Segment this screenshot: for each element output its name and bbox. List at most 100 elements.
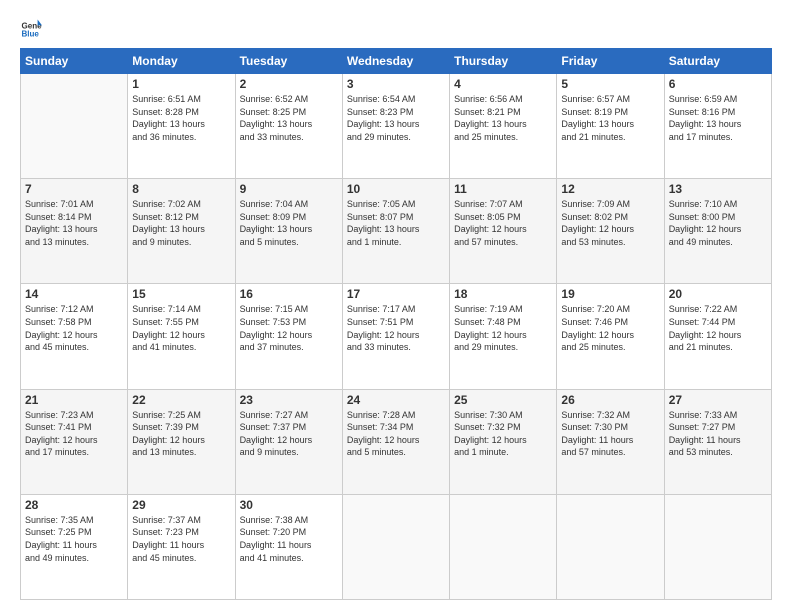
calendar-cell: 26Sunrise: 7:32 AMSunset: 7:30 PMDayligh… bbox=[557, 389, 664, 494]
calendar-cell: 3Sunrise: 6:54 AMSunset: 8:23 PMDaylight… bbox=[342, 74, 449, 179]
weekday-header-friday: Friday bbox=[557, 49, 664, 74]
calendar-cell bbox=[557, 494, 664, 599]
calendar-cell: 17Sunrise: 7:17 AMSunset: 7:51 PMDayligh… bbox=[342, 284, 449, 389]
calendar-cell bbox=[664, 494, 771, 599]
day-info: Sunrise: 7:02 AMSunset: 8:12 PMDaylight:… bbox=[132, 198, 230, 248]
day-info: Sunrise: 6:56 AMSunset: 8:21 PMDaylight:… bbox=[454, 93, 552, 143]
weekday-header-thursday: Thursday bbox=[450, 49, 557, 74]
day-info: Sunrise: 7:22 AMSunset: 7:44 PMDaylight:… bbox=[669, 303, 767, 353]
logo-icon: General Blue bbox=[20, 18, 42, 40]
day-info: Sunrise: 7:38 AMSunset: 7:20 PMDaylight:… bbox=[240, 514, 338, 564]
day-info: Sunrise: 6:57 AMSunset: 8:19 PMDaylight:… bbox=[561, 93, 659, 143]
calendar-cell: 6 Sunrise: 6:59 AMSunset: 8:16 PMDaylight… bbox=[664, 74, 771, 179]
day-info: Sunrise: 7:17 AMSunset: 7:51 PMDaylight:… bbox=[347, 303, 445, 353]
day-info: Sunrise: 7:27 AMSunset: 7:37 PMDaylight:… bbox=[240, 409, 338, 459]
calendar-cell: 13Sunrise: 7:10 AMSunset: 8:00 PMDayligh… bbox=[664, 179, 771, 284]
day-number: 27 bbox=[669, 393, 767, 407]
day-number: 12 bbox=[561, 182, 659, 196]
calendar-cell: 9Sunrise: 7:04 AMSunset: 8:09 PMDaylight… bbox=[235, 179, 342, 284]
calendar-cell: 18Sunrise: 7:19 AMSunset: 7:48 PMDayligh… bbox=[450, 284, 557, 389]
day-number: 13 bbox=[669, 182, 767, 196]
svg-text:Blue: Blue bbox=[21, 29, 39, 38]
calendar-cell: 27 Sunrise: 7:33 AMSunset: 7:27 PMDayligh… bbox=[664, 389, 771, 494]
day-info: Sunrise: 6:59 AMSunset: 8:16 PMDaylight:… bbox=[669, 93, 767, 143]
calendar-cell: 16 Sunrise: 7:15 AMSunset: 7:53 PMDayligh… bbox=[235, 284, 342, 389]
week-row-3: 14 Sunrise: 7:12 AMSunset: 7:58 PMDayligh… bbox=[21, 284, 772, 389]
weekday-header-wednesday: Wednesday bbox=[342, 49, 449, 74]
day-number: 22 bbox=[132, 393, 230, 407]
day-number: 1 bbox=[132, 77, 230, 91]
day-number: 6 bbox=[669, 77, 767, 91]
day-number: 9 bbox=[240, 182, 338, 196]
calendar-cell: 22 Sunrise: 7:25 AMSunset: 7:39 PMDayligh… bbox=[128, 389, 235, 494]
weekday-header-saturday: Saturday bbox=[664, 49, 771, 74]
day-number: 20 bbox=[669, 287, 767, 301]
calendar-cell: 8 Sunrise: 7:02 AMSunset: 8:12 PMDaylight… bbox=[128, 179, 235, 284]
day-number: 24 bbox=[347, 393, 445, 407]
day-info: Sunrise: 6:52 AMSunset: 8:25 PMDaylight:… bbox=[240, 93, 338, 143]
day-info: Sunrise: 7:32 AMSunset: 7:30 PMDaylight:… bbox=[561, 409, 659, 459]
day-number: 15 bbox=[132, 287, 230, 301]
day-number: 7 bbox=[25, 182, 123, 196]
day-number: 11 bbox=[454, 182, 552, 196]
weekday-header-row: SundayMondayTuesdayWednesdayThursdayFrid… bbox=[21, 49, 772, 74]
day-number: 8 bbox=[132, 182, 230, 196]
day-number: 29 bbox=[132, 498, 230, 512]
day-info: Sunrise: 7:07 AMSunset: 8:05 PMDaylight:… bbox=[454, 198, 552, 248]
day-number: 25 bbox=[454, 393, 552, 407]
day-number: 21 bbox=[25, 393, 123, 407]
day-info: Sunrise: 7:01 AMSunset: 8:14 PMDaylight:… bbox=[25, 198, 123, 248]
logo: General Blue bbox=[20, 18, 42, 40]
calendar-cell bbox=[21, 74, 128, 179]
day-number: 2 bbox=[240, 77, 338, 91]
day-number: 5 bbox=[561, 77, 659, 91]
weekday-header-tuesday: Tuesday bbox=[235, 49, 342, 74]
calendar-cell: 2 Sunrise: 6:52 AMSunset: 8:25 PMDaylight… bbox=[235, 74, 342, 179]
day-info: Sunrise: 7:25 AMSunset: 7:39 PMDaylight:… bbox=[132, 409, 230, 459]
day-info: Sunrise: 7:35 AMSunset: 7:25 PMDaylight:… bbox=[25, 514, 123, 564]
calendar-cell: 14 Sunrise: 7:12 AMSunset: 7:58 PMDayligh… bbox=[21, 284, 128, 389]
day-info: Sunrise: 6:51 AMSunset: 8:28 PMDaylight:… bbox=[132, 93, 230, 143]
calendar-cell: 1 Sunrise: 6:51 AMSunset: 8:28 PMDaylight… bbox=[128, 74, 235, 179]
day-info: Sunrise: 7:05 AMSunset: 8:07 PMDaylight:… bbox=[347, 198, 445, 248]
day-number: 30 bbox=[240, 498, 338, 512]
calendar-cell: 15Sunrise: 7:14 AMSunset: 7:55 PMDayligh… bbox=[128, 284, 235, 389]
calendar-cell: 29 Sunrise: 7:37 AMSunset: 7:23 PMDayligh… bbox=[128, 494, 235, 599]
calendar-table: SundayMondayTuesdayWednesdayThursdayFrid… bbox=[20, 48, 772, 600]
week-row-2: 7 Sunrise: 7:01 AMSunset: 8:14 PMDaylight… bbox=[21, 179, 772, 284]
weekday-header-monday: Monday bbox=[128, 49, 235, 74]
day-info: Sunrise: 7:09 AMSunset: 8:02 PMDaylight:… bbox=[561, 198, 659, 248]
day-info: Sunrise: 7:30 AMSunset: 7:32 PMDaylight:… bbox=[454, 409, 552, 459]
day-info: Sunrise: 7:37 AMSunset: 7:23 PMDaylight:… bbox=[132, 514, 230, 564]
week-row-4: 21 Sunrise: 7:23 AMSunset: 7:41 PMDayligh… bbox=[21, 389, 772, 494]
day-info: Sunrise: 7:33 AMSunset: 7:27 PMDaylight:… bbox=[669, 409, 767, 459]
calendar-cell: 21 Sunrise: 7:23 AMSunset: 7:41 PMDayligh… bbox=[21, 389, 128, 494]
week-row-1: 1 Sunrise: 6:51 AMSunset: 8:28 PMDaylight… bbox=[21, 74, 772, 179]
calendar-cell: 19Sunrise: 7:20 AMSunset: 7:46 PMDayligh… bbox=[557, 284, 664, 389]
day-number: 23 bbox=[240, 393, 338, 407]
day-number: 16 bbox=[240, 287, 338, 301]
day-number: 18 bbox=[454, 287, 552, 301]
week-row-5: 28Sunrise: 7:35 AMSunset: 7:25 PMDayligh… bbox=[21, 494, 772, 599]
page-header: General Blue bbox=[20, 18, 772, 40]
day-number: 4 bbox=[454, 77, 552, 91]
calendar-cell: 7 Sunrise: 7:01 AMSunset: 8:14 PMDaylight… bbox=[21, 179, 128, 284]
weekday-header-sunday: Sunday bbox=[21, 49, 128, 74]
day-info: Sunrise: 7:20 AMSunset: 7:46 PMDaylight:… bbox=[561, 303, 659, 353]
calendar-cell: 4 Sunrise: 6:56 AMSunset: 8:21 PMDaylight… bbox=[450, 74, 557, 179]
day-info: Sunrise: 7:28 AMSunset: 7:34 PMDaylight:… bbox=[347, 409, 445, 459]
day-info: Sunrise: 6:54 AMSunset: 8:23 PMDaylight:… bbox=[347, 93, 445, 143]
calendar-cell: 5 Sunrise: 6:57 AMSunset: 8:19 PMDaylight… bbox=[557, 74, 664, 179]
calendar-cell: 11 Sunrise: 7:07 AMSunset: 8:05 PMDayligh… bbox=[450, 179, 557, 284]
calendar-cell: 10Sunrise: 7:05 AMSunset: 8:07 PMDayligh… bbox=[342, 179, 449, 284]
calendar-cell: 20 Sunrise: 7:22 AMSunset: 7:44 PMDayligh… bbox=[664, 284, 771, 389]
calendar-cell: 24 Sunrise: 7:28 AMSunset: 7:34 PMDayligh… bbox=[342, 389, 449, 494]
day-info: Sunrise: 7:23 AMSunset: 7:41 PMDaylight:… bbox=[25, 409, 123, 459]
calendar-cell: 25 Sunrise: 7:30 AMSunset: 7:32 PMDayligh… bbox=[450, 389, 557, 494]
calendar-cell: 12 Sunrise: 7:09 AMSunset: 8:02 PMDayligh… bbox=[557, 179, 664, 284]
calendar-cell: 30 Sunrise: 7:38 AMSunset: 7:20 PMDayligh… bbox=[235, 494, 342, 599]
day-info: Sunrise: 7:15 AMSunset: 7:53 PMDaylight:… bbox=[240, 303, 338, 353]
day-number: 14 bbox=[25, 287, 123, 301]
day-info: Sunrise: 7:12 AMSunset: 7:58 PMDaylight:… bbox=[25, 303, 123, 353]
calendar-cell bbox=[342, 494, 449, 599]
